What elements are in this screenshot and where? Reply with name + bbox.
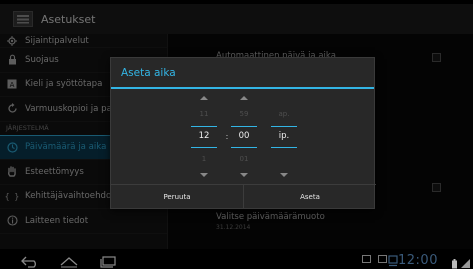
wifi-icon bbox=[461, 254, 470, 269]
home-icon[interactable] bbox=[60, 253, 78, 269]
minute-increment-icon[interactable] bbox=[240, 96, 248, 100]
minute-top-divider bbox=[231, 126, 257, 127]
hour-decrement-icon[interactable] bbox=[200, 173, 208, 177]
gallery-icon bbox=[378, 255, 387, 263]
ampm-bottom-divider bbox=[271, 147, 297, 148]
recent-apps-icon[interactable] bbox=[100, 253, 116, 269]
minute-prev-value[interactable]: 59 bbox=[229, 110, 259, 118]
dialog-title: Aseta aika bbox=[111, 58, 374, 89]
hour-next-value[interactable]: 1 bbox=[189, 155, 219, 163]
ampm-top-divider bbox=[271, 126, 297, 127]
hour-picker[interactable]: 11 12 1 bbox=[189, 91, 219, 185]
hour-bottom-divider bbox=[191, 147, 217, 148]
hour-prev-value[interactable]: 11 bbox=[189, 110, 219, 118]
minute-decrement-icon[interactable] bbox=[240, 173, 248, 177]
ampm-picker[interactable]: ap. ip. bbox=[269, 91, 299, 185]
battery-icon bbox=[451, 254, 458, 269]
system-navigation-bar: 12:00 bbox=[0, 249, 473, 269]
set-time-dialog: Aseta aika 11 12 1 : 59 00 01 ap. ip. Pe… bbox=[110, 57, 376, 209]
screenshot-icon bbox=[362, 255, 371, 263]
hour-increment-icon[interactable] bbox=[200, 96, 208, 100]
time-picker: 11 12 1 : 59 00 01 ap. ip. bbox=[111, 91, 376, 185]
minute-next-value[interactable]: 01 bbox=[229, 155, 259, 163]
minute-picker[interactable]: 59 00 01 bbox=[229, 91, 259, 185]
ampm-toggle-icon[interactable] bbox=[280, 173, 288, 177]
cancel-button[interactable]: Peruuta bbox=[111, 185, 243, 208]
dialog-button-bar: Peruuta Aseta bbox=[111, 184, 376, 208]
minute-bottom-divider bbox=[231, 147, 257, 148]
monitor-icon bbox=[388, 252, 398, 269]
minute-current-value[interactable]: 00 bbox=[229, 131, 259, 141]
ampm-current-value[interactable]: ip. bbox=[269, 131, 299, 141]
set-button[interactable]: Aseta bbox=[243, 185, 376, 208]
ampm-prev-value[interactable]: ap. bbox=[269, 110, 299, 118]
status-clock: 12:00 bbox=[398, 253, 438, 268]
back-icon[interactable] bbox=[20, 253, 40, 269]
hour-top-divider bbox=[191, 126, 217, 127]
hour-current-value[interactable]: 12 bbox=[189, 131, 219, 141]
